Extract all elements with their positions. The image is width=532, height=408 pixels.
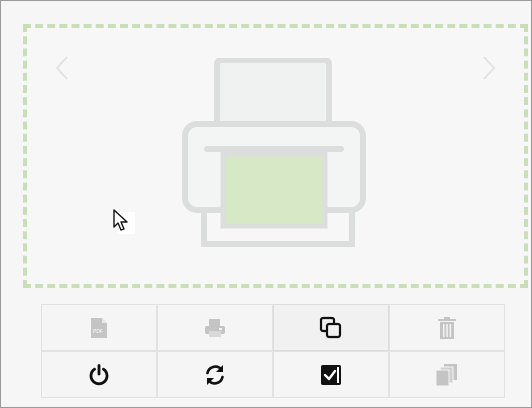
check-square-icon (321, 364, 341, 385)
power-icon (89, 363, 109, 385)
pdf-file-icon: PDF (91, 317, 107, 338)
print-toolbar: PDF (41, 304, 505, 398)
print-preview-dropzone[interactable] (23, 24, 528, 288)
select-button[interactable] (273, 351, 389, 398)
copies-button[interactable] (389, 351, 505, 398)
refresh-button[interactable] (157, 351, 273, 398)
trash-icon (438, 316, 456, 339)
printer-small-icon (205, 318, 225, 337)
chevron-left-icon[interactable] (47, 48, 77, 88)
printer-icon (182, 57, 366, 248)
refresh-icon (206, 364, 224, 385)
pdf-button[interactable]: PDF (41, 304, 157, 351)
print-panel: PDF (0, 0, 532, 408)
copies-stack-icon (435, 363, 457, 386)
chevron-right-icon[interactable] (474, 48, 504, 88)
power-button[interactable] (41, 351, 157, 398)
mouse-cursor-icon (111, 208, 137, 236)
copy-icon (319, 316, 342, 338)
print-button[interactable] (157, 304, 273, 351)
delete-button[interactable] (389, 304, 505, 351)
copy-button[interactable] (273, 304, 389, 351)
pdf-label: PDF (93, 329, 103, 335)
